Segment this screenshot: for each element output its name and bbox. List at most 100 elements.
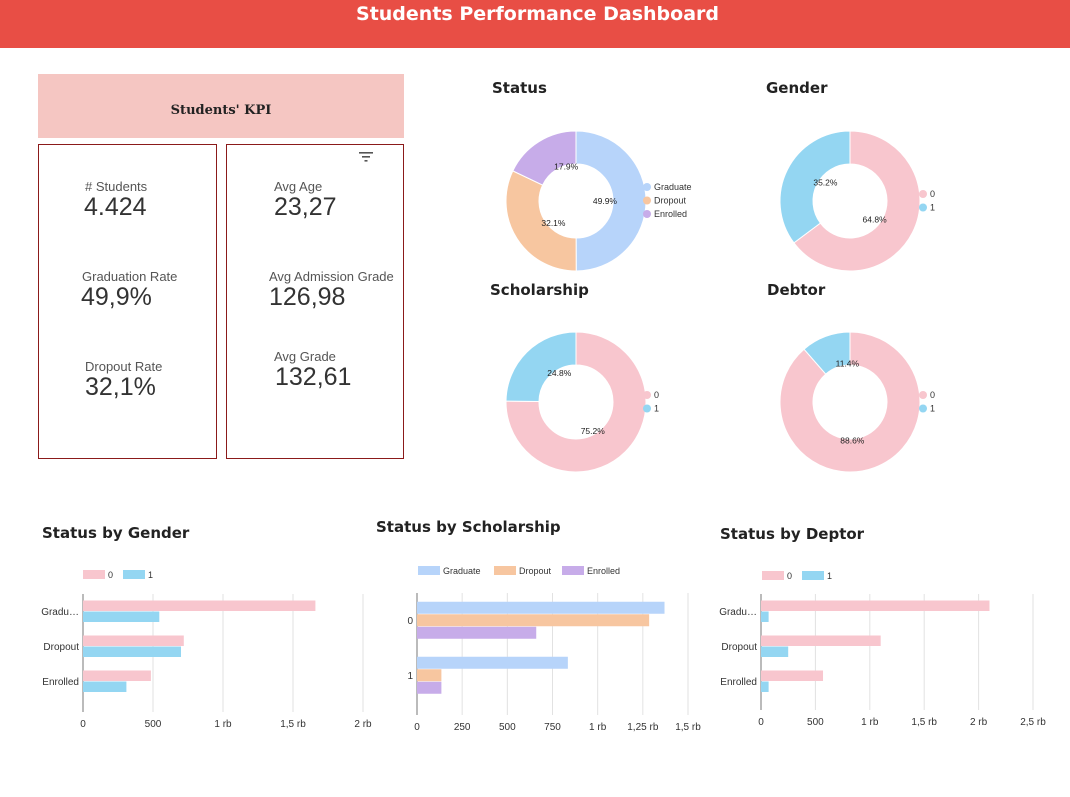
debtor-legend-label-1: 1 xyxy=(930,404,935,414)
debtor-legend-swatch-0 xyxy=(919,391,927,399)
status-by-debtor-legend-swatch-1 xyxy=(802,571,824,580)
status-legend-label-enrolled: Enrolled xyxy=(654,209,687,219)
status-by-gender-xtick-label-0: 0 xyxy=(80,719,86,730)
dashboard-title: Students Performance Dashboard xyxy=(356,3,719,25)
kpi-title-box: Students' KPI xyxy=(38,74,404,138)
debtor-chart-title: Debtor xyxy=(767,281,826,299)
scholarship-label-0: 75.2% xyxy=(581,426,606,436)
status-by-scholarship-xtick-label-6: 1,5 rb xyxy=(675,722,701,733)
status-by-scholarship-title: Status by Scholarship xyxy=(376,518,561,536)
status-label-graduate: 49.9% xyxy=(593,196,618,206)
gender-legend-swatch-1 xyxy=(919,203,927,212)
status-legend-swatch-dropout xyxy=(643,196,651,205)
status-by-debtor-legend-swatch-0 xyxy=(762,571,784,580)
gender-legend-swatch-0 xyxy=(919,190,927,198)
kpi-dropout-rate-label: Dropout Rate xyxy=(85,359,163,374)
scholarship-legend-swatch-1 xyxy=(643,404,651,413)
status-by-scholarship-legend-label-enrolled: Enrolled xyxy=(587,566,620,576)
status-by-gender-legend-label-0: 0 xyxy=(108,570,113,580)
status-by-gender-chart: 0 500 1 rb 1,5 rb 2 rb Gradu… Dropout Enrolled 0… xyxy=(41,570,372,730)
status-by-debtor-bar-1-enrolled xyxy=(761,681,769,692)
status-by-scholarship-legend-swatch-dropout xyxy=(494,566,516,575)
status-by-gender-xtick-label-4: 2 rb xyxy=(354,719,372,730)
status-by-debtor-category-label-gradu: Gradu… xyxy=(719,607,757,618)
status-by-debtor-category-label-enrolled: Enrolled xyxy=(720,677,757,688)
status-by-gender-category-label-dropout: Dropout xyxy=(43,642,79,653)
status-chart-title: Status xyxy=(492,79,547,97)
kpi-dropout-rate-value: 32,1% xyxy=(85,373,156,401)
status-by-gender-bar-0-gradu xyxy=(83,600,316,611)
status-by-gender-legend-label-1: 1 xyxy=(148,570,153,580)
status-by-debtor-bar-1-gradu xyxy=(761,611,769,622)
status-by-scholarship-category-label-0: 0 xyxy=(407,616,413,627)
status-by-scholarship-legend-label-graduate: Graduate xyxy=(443,566,481,576)
kpi-students-value: 4.424 xyxy=(84,193,147,221)
status-by-scholarship-bar-enrolled-0 xyxy=(417,626,537,639)
scholarship-legend-label-1: 1 xyxy=(654,404,659,414)
status-by-gender-title: Status by Gender xyxy=(42,524,190,542)
status-by-scholarship-xtick-label-0: 0 xyxy=(414,722,420,733)
status-by-scholarship-bar-graduate-1 xyxy=(417,656,568,669)
status-by-debtor-xtick-label-5: 2,5 rb xyxy=(1020,717,1046,728)
status-by-gender-xtick-label-1: 500 xyxy=(145,719,162,730)
status-by-scholarship-xtick-label-2: 500 xyxy=(499,722,516,733)
gender-legend-label-1: 1 xyxy=(930,203,935,213)
kpi-avg-grade-label: Avg Grade xyxy=(274,349,336,364)
kpi-graduation-rate-value: 49,9% xyxy=(81,283,152,311)
kpi-avg-admission-grade-label: Avg Admission Grade xyxy=(269,269,394,284)
status-by-debtor-xtick-label-4: 2 rb xyxy=(970,717,988,728)
status-by-gender-bar-0-dropout xyxy=(83,635,184,646)
status-by-debtor-chart: 0 500 1 rb 1,5 rb 2 rb 2,5 rb Gradu… Dropout Enr… xyxy=(719,571,1046,728)
status-legend-label-graduate: Graduate xyxy=(654,182,692,192)
scholarship-slice-1 xyxy=(505,331,577,403)
status-by-debtor-xtick-label-2: 1 rb xyxy=(861,717,879,728)
status-by-scholarship-xtick-label-3: 750 xyxy=(544,722,561,733)
status-by-scholarship-bar-enrolled-1 xyxy=(417,681,442,694)
gender-label-1: 35.2% xyxy=(813,178,838,188)
status-by-scholarship-chart: 0 250 500 750 1 rb 1,25 rb 1,5 rb 0 1 Graduate Dro… xyxy=(407,566,701,733)
status-by-debtor-legend-label-0: 0 xyxy=(787,571,792,581)
status-by-gender-category-label-gradu: Gradu… xyxy=(41,607,79,618)
status-label-dropout: 32.1% xyxy=(541,218,566,228)
status-by-scholarship-legend-swatch-graduate xyxy=(418,566,440,575)
kpi-avg-grade-value: 132,61 xyxy=(275,363,352,391)
status-by-gender-xtick-label-2: 1 rb xyxy=(214,719,232,730)
status-by-scholarship-xtick-label-4: 1 rb xyxy=(589,722,607,733)
status-legend-label-dropout: Dropout xyxy=(654,196,687,206)
status-by-scholarship-bar-dropout-0 xyxy=(417,614,650,627)
status-by-gender-bar-1-enrolled xyxy=(83,681,127,692)
kpi-graduation-rate-label: Graduation Rate xyxy=(82,269,178,284)
debtor-label-1: 11.4% xyxy=(836,359,860,369)
debtor-donut-chart: 88.6% 11.4% 0 1 xyxy=(779,331,935,473)
status-by-debtor-bar-0-enrolled xyxy=(761,670,824,681)
kpi-card-right: Avg Age 23,27 Avg Admission Grade 126,98… xyxy=(226,144,404,459)
status-by-gender-bar-0-enrolled xyxy=(83,670,151,681)
gender-legend-label-0: 0 xyxy=(930,189,935,199)
status-by-debtor-bar-0-dropout xyxy=(761,635,881,646)
status-legend-swatch-graduate xyxy=(643,183,651,191)
scholarship-chart-title: Scholarship xyxy=(490,281,589,299)
status-by-debtor-xtick-label-0: 0 xyxy=(758,717,764,728)
kpi-avg-age-label: Avg Age xyxy=(274,179,323,194)
gender-label-0: 64.8% xyxy=(863,214,888,224)
scholarship-legend-label-0: 0 xyxy=(654,390,659,400)
status-by-scholarship-category-label-1: 1 xyxy=(407,671,413,682)
status-by-scholarship-xtick-label-1: 250 xyxy=(454,722,471,733)
status-by-scholarship-xtick-label-5: 1,25 rb xyxy=(627,722,659,733)
gender-donut-chart: 64.8% 35.2% 0 1 xyxy=(779,130,935,272)
gender-chart-title: Gender xyxy=(766,79,828,97)
scholarship-donut-chart: 75.2% 24.8% 0 1 xyxy=(505,331,659,473)
status-label-enrolled: 17.9% xyxy=(554,161,579,171)
scholarship-legend-swatch-0 xyxy=(643,391,651,399)
status-by-gender-bar-1-gradu xyxy=(83,611,160,622)
status-by-gender-legend-swatch-1 xyxy=(123,570,145,579)
status-by-gender-bar-1-dropout xyxy=(83,646,181,657)
scholarship-label-1: 24.8% xyxy=(547,368,572,378)
status-by-debtor-bar-0-gradu xyxy=(761,600,990,611)
status-by-debtor-title: Status by Deptor xyxy=(720,525,865,543)
filter-icon[interactable] xyxy=(359,151,373,163)
debtor-legend-swatch-1 xyxy=(919,404,927,413)
status-by-debtor-xtick-label-3: 1,5 rb xyxy=(911,717,937,728)
status-legend-swatch-enrolled xyxy=(643,210,651,218)
debtor-label-0: 88.6% xyxy=(840,435,865,445)
